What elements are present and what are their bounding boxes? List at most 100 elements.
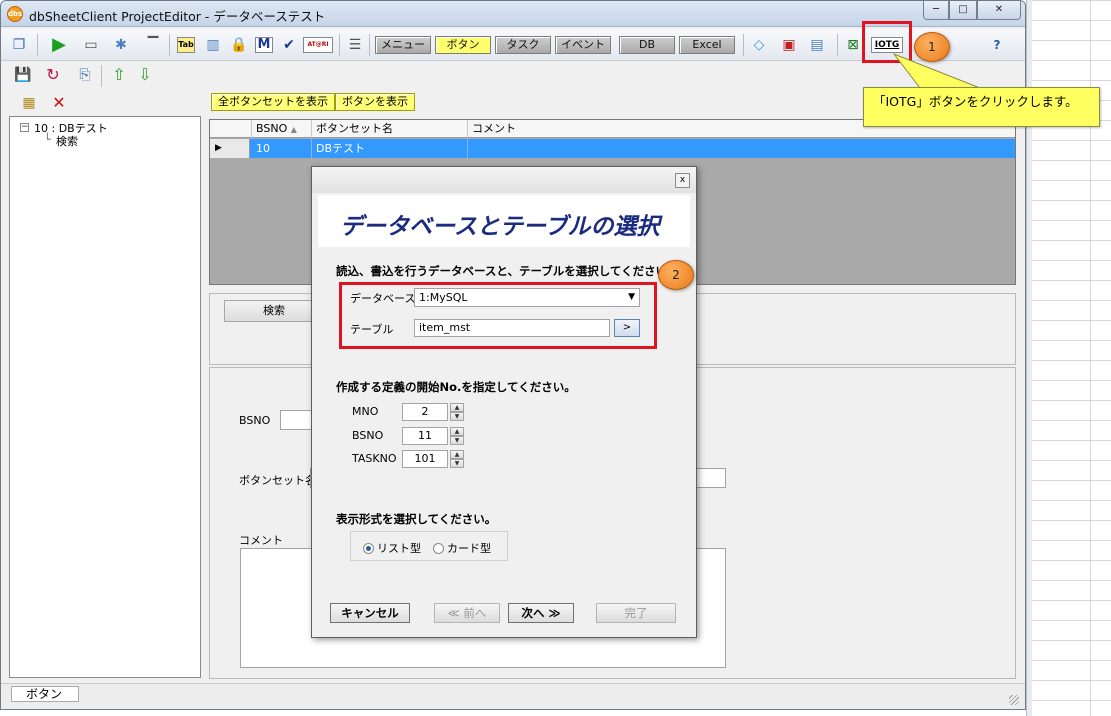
bsno-label: BSNO	[352, 429, 384, 442]
display-format-group: リスト型 カード型	[350, 531, 508, 561]
row-selector-icon[interactable]: ▶	[210, 139, 250, 158]
cell-bsno[interactable]: 10	[252, 139, 312, 158]
toolbar-tab-menu[interactable]: メニュー	[375, 36, 431, 54]
expand-all-icon[interactable]: ▦	[19, 93, 39, 113]
button-set-name-label: ボタンセット名	[239, 474, 316, 487]
show-buttons-button[interactable]: ボタンを表示	[335, 93, 415, 111]
dialog-banner: データベースとテーブルの選択	[318, 195, 690, 247]
radio-checked-icon	[363, 543, 374, 554]
status-tab-button[interactable]: ボタン	[11, 686, 79, 702]
bsno-input[interactable]	[280, 410, 314, 430]
column-header-name[interactable]: ボタンセット名	[312, 120, 468, 138]
toolbar-tab-excel[interactable]: Excel	[679, 36, 735, 54]
prev-button[interactable]: ≪ 前へ	[434, 603, 500, 623]
tree-branch-line: └	[44, 133, 51, 146]
taskno-stepper: 101 ▲ ▼	[402, 450, 466, 468]
toolbar-separator	[369, 34, 370, 56]
grid-corner	[210, 120, 252, 138]
toolbar-separator	[743, 34, 744, 56]
excel-icon[interactable]: ⊠	[843, 35, 863, 55]
select-db-table-dialog: x データベースとテーブルの選択 読込、書込を行うデータベースと、テーブルを選択…	[311, 166, 697, 638]
increment-icon[interactable]: ▲	[450, 403, 464, 412]
sort-ascending-icon: ▲	[290, 125, 297, 134]
tree-node-search[interactable]: 検索	[56, 133, 78, 149]
move-down-icon[interactable]: ⇩	[135, 65, 155, 85]
cell-name[interactable]: DBテスト	[312, 139, 468, 158]
decrement-icon[interactable]: ▼	[450, 412, 464, 421]
help-icon[interactable]: ?	[987, 35, 1007, 55]
minimize-button[interactable]: ─	[923, 1, 949, 20]
bsno-stepper: 11 ▲ ▼	[402, 427, 466, 445]
radio-list-type[interactable]: リスト型	[363, 540, 421, 556]
taskno-input[interactable]: 101	[402, 450, 448, 468]
dialog-heading: データベースとテーブルの選択	[340, 214, 660, 240]
radio-card-type[interactable]: カード型	[433, 540, 491, 556]
mno-input[interactable]: 2	[402, 403, 448, 421]
check-icon[interactable]: ✔	[279, 35, 299, 55]
tree-toolbar: ▦ ✕	[9, 91, 203, 115]
taskno-label: TASKNO	[352, 452, 397, 465]
toolbar-tab-task[interactable]: タスク	[495, 36, 551, 54]
window-icon[interactable]: ▔	[143, 35, 163, 55]
db-table-highlight-box	[339, 282, 657, 349]
status-bar: ボタン	[1, 683, 1025, 709]
toolbar-tab-button[interactable]: ボタン	[435, 36, 491, 54]
instruction-tooltip: 「IOTG」ボタンをクリックします。	[863, 87, 1100, 127]
step-1-marker: 1	[914, 32, 950, 62]
tree-icon[interactable]: ☰	[345, 35, 365, 55]
next-button[interactable]: 次へ ≫	[508, 603, 574, 623]
comment-label: コメント	[239, 534, 283, 547]
format-instruction: 表示形式を選択してください。	[336, 512, 497, 526]
diamond-icon[interactable]: ◇	[749, 35, 769, 55]
decrement-icon[interactable]: ▼	[450, 459, 464, 468]
bsno-input[interactable]: 11	[402, 427, 448, 445]
toolbar-tab-db[interactable]: DB	[619, 36, 675, 54]
save-icon[interactable]: 💾	[13, 65, 33, 85]
tree-view: − 10 : DBテスト └ 検索	[9, 116, 201, 678]
increment-icon[interactable]: ▲	[450, 450, 464, 459]
step-2-marker: 2	[658, 260, 694, 290]
toolbox-icon[interactable]: ▣	[779, 35, 799, 55]
window-title: dbSheetClient ProjectEditor - データベーステスト	[29, 9, 326, 24]
toolbar-separator	[37, 34, 38, 56]
toolbar-tab-event[interactable]: イベント	[555, 36, 611, 54]
preview-icon[interactable]: ▭	[81, 35, 101, 55]
maximize-button[interactable]: □	[949, 1, 977, 20]
app-icon: dbs	[7, 6, 23, 22]
tab-icon[interactable]: Tab	[177, 37, 195, 53]
tab-search[interactable]: 検索	[224, 300, 324, 322]
copy-icon[interactable]: ⎘	[75, 65, 95, 85]
dialog-titlebar: x	[312, 167, 696, 193]
lock-icon[interactable]: 🔒	[229, 35, 249, 55]
decrement-icon[interactable]: ▼	[450, 436, 464, 445]
database-icon[interactable]: ▤	[807, 35, 827, 55]
toolbar-separator	[339, 34, 340, 56]
cell-comment[interactable]	[468, 139, 1015, 158]
toolbar-separator	[169, 34, 170, 56]
finish-button[interactable]: 完了	[596, 603, 676, 623]
undo-icon[interactable]: ↻	[43, 65, 63, 85]
tree-collapse-icon[interactable]: −	[20, 123, 29, 132]
bsno-label: BSNO	[239, 414, 271, 427]
column-header-bsno[interactable]: BSNO ▲	[252, 120, 312, 138]
start-no-instruction: 作成する定義の開始No.を指定してください。	[336, 380, 576, 394]
mno-stepper: 2 ▲ ▼	[402, 403, 466, 421]
secondary-toolbar: 💾 ↻ ⎘ ⇧ ⇩	[1, 62, 1025, 89]
atom-icon[interactable]: AT@RI	[303, 37, 333, 53]
show-all-button-sets-button[interactable]: 全ボタンセットを表示	[211, 93, 335, 111]
m-icon[interactable]: M	[255, 37, 273, 53]
table-row[interactable]: ▶ 10 DBテスト	[210, 139, 1015, 158]
move-up-icon[interactable]: ⇧	[109, 65, 129, 85]
toolbar-separator	[837, 34, 838, 56]
delete-icon[interactable]: ✕	[49, 93, 69, 113]
close-button[interactable]: ✕	[977, 1, 1021, 20]
resize-grip-icon[interactable]	[1009, 695, 1019, 705]
db-instruction: 読込、書込を行うデータベースと、テーブルを選択してください。	[336, 264, 679, 278]
cancel-button[interactable]: キャンセル	[330, 603, 410, 623]
settings-gear-icon[interactable]: ✱	[111, 35, 131, 55]
dialog-close-icon[interactable]: x	[675, 173, 690, 188]
increment-icon[interactable]: ▲	[450, 427, 464, 436]
new-window-icon[interactable]: ❐	[9, 35, 29, 55]
run-icon[interactable]: ▶	[49, 35, 69, 55]
panel-icon[interactable]: ▥	[203, 35, 223, 55]
